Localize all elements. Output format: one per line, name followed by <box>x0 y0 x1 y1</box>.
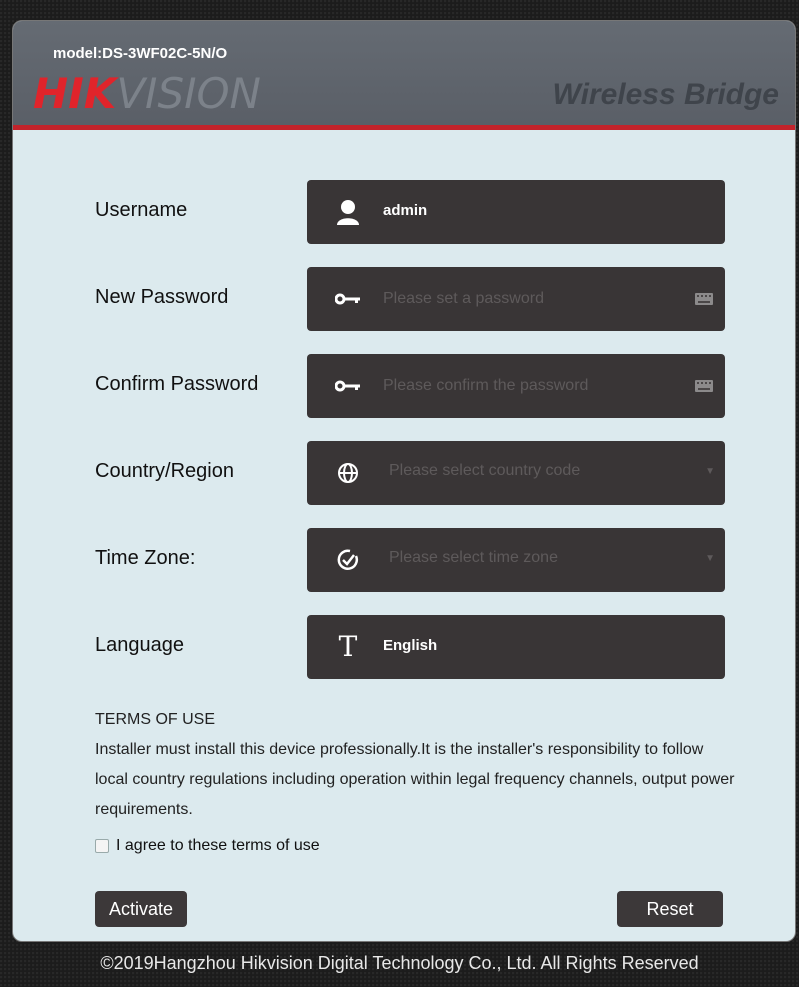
chevron-down-icon: ▼ <box>705 466 715 477</box>
keyboard-icon[interactable] <box>695 380 713 392</box>
brand-logo: HIKVISION <box>33 69 261 118</box>
activation-dialog: model:DS-3WF02C-5N/O HIKVISION Wireless … <box>12 20 796 942</box>
language-label: Language <box>95 634 184 656</box>
username-value: admin <box>383 202 428 219</box>
user-icon <box>333 197 363 227</box>
username-field[interactable]: admin <box>307 180 725 244</box>
globe-icon <box>333 458 363 488</box>
header-bar: model:DS-3WF02C-5N/O HIKVISION Wireless … <box>13 21 795 125</box>
chevron-down-icon: ▼ <box>705 553 715 564</box>
model-label: model:DS-3WF02C-5N/O <box>53 45 228 62</box>
country-select[interactable]: Please select country code ▼ <box>307 441 725 505</box>
timezone-label: Time Zone: <box>95 547 196 569</box>
agree-terms[interactable]: I agree to these terms of use <box>95 837 320 855</box>
new-password-input[interactable] <box>381 283 685 315</box>
keyboard-icon[interactable] <box>695 293 713 305</box>
agree-label: I agree to these terms of use <box>116 837 320 854</box>
text-t-icon: T <box>338 630 358 663</box>
confirm-password-label: Confirm Password <box>95 373 259 395</box>
language-value: English <box>383 637 438 654</box>
confirm-password-input[interactable] <box>381 370 685 402</box>
key-icon <box>333 371 363 401</box>
terms-title: TERMS OF USE <box>95 711 216 728</box>
language-select[interactable]: T English <box>307 615 725 679</box>
username-label: Username <box>95 199 188 221</box>
activate-button[interactable]: Activate <box>95 891 188 927</box>
clock-check-icon <box>333 545 363 575</box>
key-icon <box>333 284 363 314</box>
terms-body: Installer must install this device profe… <box>95 741 735 818</box>
new-password-field <box>307 267 725 331</box>
country-placeholder: Please select country code <box>389 462 581 479</box>
copyright-footer: ©2019Hangzhou Hikvision Digital Technolo… <box>100 953 699 973</box>
header-accent-line <box>13 125 795 130</box>
agree-checkbox[interactable] <box>95 839 109 853</box>
timezone-select[interactable]: Please select time zone ▼ <box>307 528 725 592</box>
country-label: Country/Region <box>95 460 234 482</box>
reset-button[interactable]: Reset <box>617 891 723 927</box>
new-password-label: New Password <box>95 286 229 308</box>
timezone-placeholder: Please select time zone <box>389 549 558 566</box>
confirm-password-field <box>307 354 725 418</box>
product-name: Wireless Bridge <box>552 78 779 111</box>
